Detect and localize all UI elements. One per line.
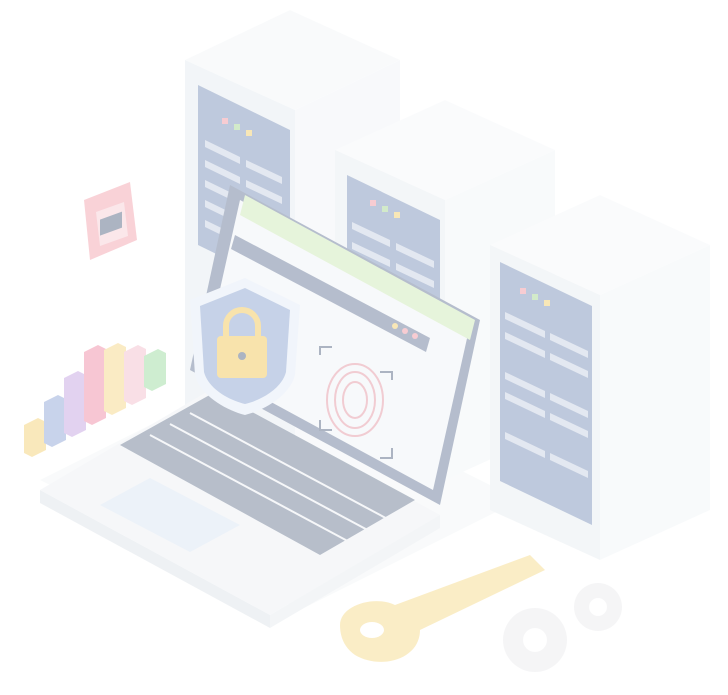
server-rack-icon: [490, 195, 710, 560]
padlock-badge-icon: [84, 182, 137, 260]
security-illustration: [24, 10, 710, 672]
gear-icon: [503, 583, 622, 672]
